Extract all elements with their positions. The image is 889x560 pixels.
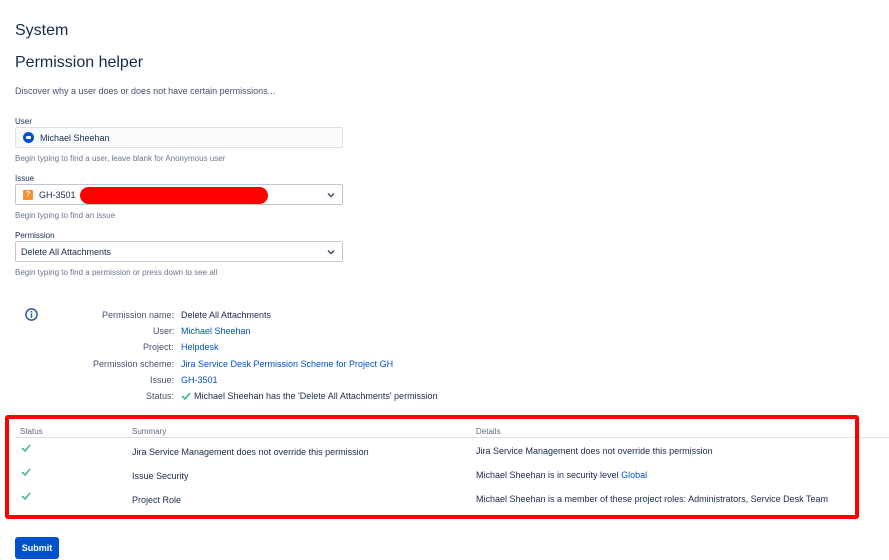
check-icon <box>181 392 191 400</box>
issue-select-value: GH-3501 <box>39 189 76 200</box>
page-intro: Discover why a user does or does not hav… <box>15 86 276 96</box>
user-hint: Begin typing to find a user, leave blank… <box>15 154 226 163</box>
result-key: Issue: <box>150 375 175 385</box>
issue-hint: Begin typing to find an issue <box>15 211 116 220</box>
user-link[interactable]: Michael Sheehan <box>181 326 251 336</box>
section-title: System <box>15 22 69 39</box>
user-input[interactable]: Michael Sheehan <box>15 127 343 148</box>
result-row-permission-scheme: Permission scheme: Jira Service Desk Per… <box>0 359 600 373</box>
permission-hint: Begin typing to find a permission or pre… <box>15 268 218 277</box>
permission-label: Permission <box>15 231 55 240</box>
issue-select[interactable]: ? GH-3501 <box>15 184 343 205</box>
user-avatar-icon <box>23 132 34 143</box>
user-label: User <box>15 117 32 126</box>
result-key: Status: <box>146 391 175 401</box>
result-row-issue: Issue: GH-3501 <box>0 375 600 389</box>
issue-link[interactable]: GH-3501 <box>181 375 218 385</box>
result-key: Permission scheme: <box>93 359 175 369</box>
result-key: Permission name: <box>102 310 175 320</box>
redaction-mark <box>80 187 268 204</box>
result-row-project: Project: Helpdesk <box>0 342 600 356</box>
issue-type-icon: ? <box>23 189 33 200</box>
chevron-down-icon[interactable] <box>326 190 336 200</box>
status-text: Michael Sheehan has the 'Delete All Atta… <box>194 391 438 401</box>
permission-scheme-link[interactable]: Jira Service Desk Permission Scheme for … <box>181 359 393 369</box>
permission-select[interactable]: Delete All Attachments <box>15 241 343 262</box>
annotation-highlight-box <box>5 415 859 519</box>
project-link[interactable]: Helpdesk <box>181 342 219 352</box>
result-row-permission-name: Permission name: Delete All Attachments <box>0 310 600 324</box>
submit-button[interactable]: Submit <box>15 537 59 559</box>
chevron-down-icon[interactable] <box>326 247 336 257</box>
result-row-user: User: Michael Sheehan <box>0 326 600 340</box>
result-value: Michael Sheehan has the 'Delete All Atta… <box>181 391 438 401</box>
permission-select-value: Delete All Attachments <box>21 246 112 257</box>
result-row-status: Status: Michael Sheehan has the 'Delete … <box>0 391 600 405</box>
page-title: Permission helper <box>15 54 144 71</box>
user-input-value: Michael Sheehan <box>40 132 110 143</box>
result-key: Project: <box>143 342 174 352</box>
result-value: Delete All Attachments <box>181 310 272 320</box>
issue-label: Issue <box>15 174 35 183</box>
result-key: User: <box>153 326 175 336</box>
